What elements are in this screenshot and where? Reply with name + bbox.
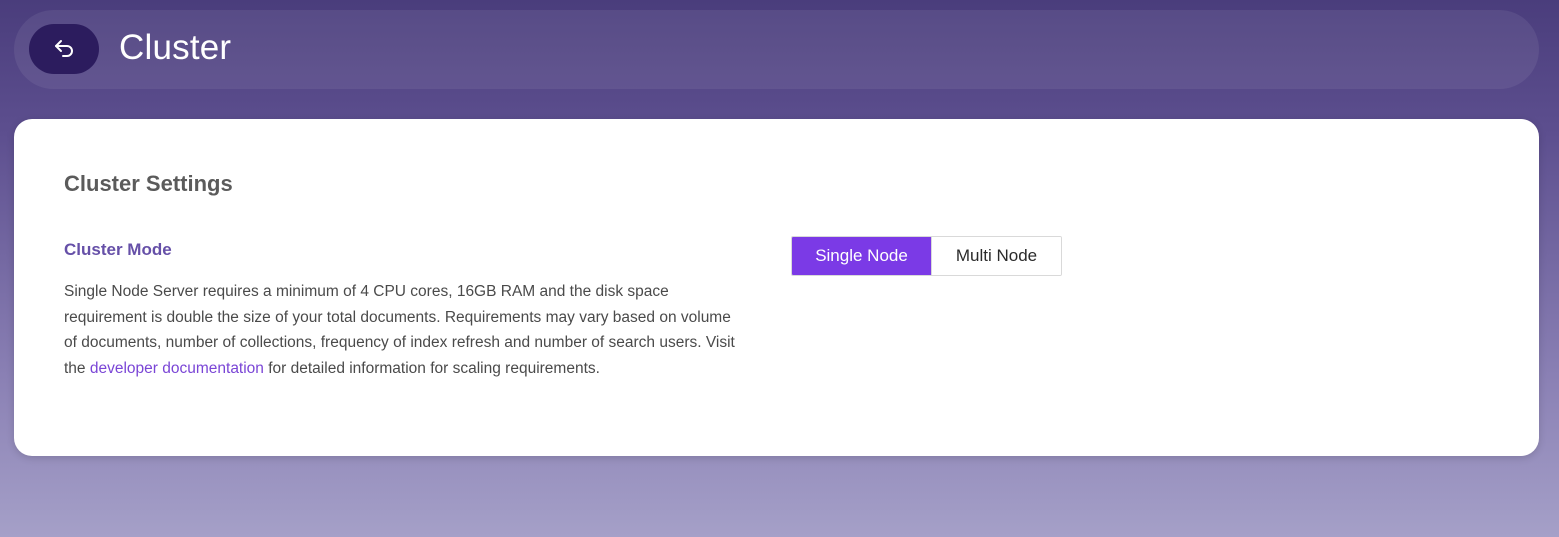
cluster-mode-title: Cluster Mode: [64, 240, 172, 259]
single-node-option[interactable]: Single Node: [792, 237, 931, 275]
back-button[interactable]: [29, 24, 99, 74]
undo-arrow-icon: [55, 40, 73, 57]
developer-documentation-link[interactable]: developer documentation: [90, 360, 264, 377]
description-text-end: for detailed information for scaling req…: [263, 359, 600, 377]
cluster-settings-card: Cluster Settings Cluster Mode Single Nod…: [14, 119, 1539, 456]
cluster-mode-toggle: Single Node Multi Node: [791, 236, 1062, 276]
page-title: Cluster: [119, 28, 232, 67]
multi-node-option[interactable]: Multi Node: [931, 237, 1061, 275]
cluster-mode-description: Single Node Server requires a minimum of…: [64, 279, 744, 381]
page-header: Cluster: [14, 10, 1539, 89]
section-title: Cluster Settings: [64, 171, 233, 196]
